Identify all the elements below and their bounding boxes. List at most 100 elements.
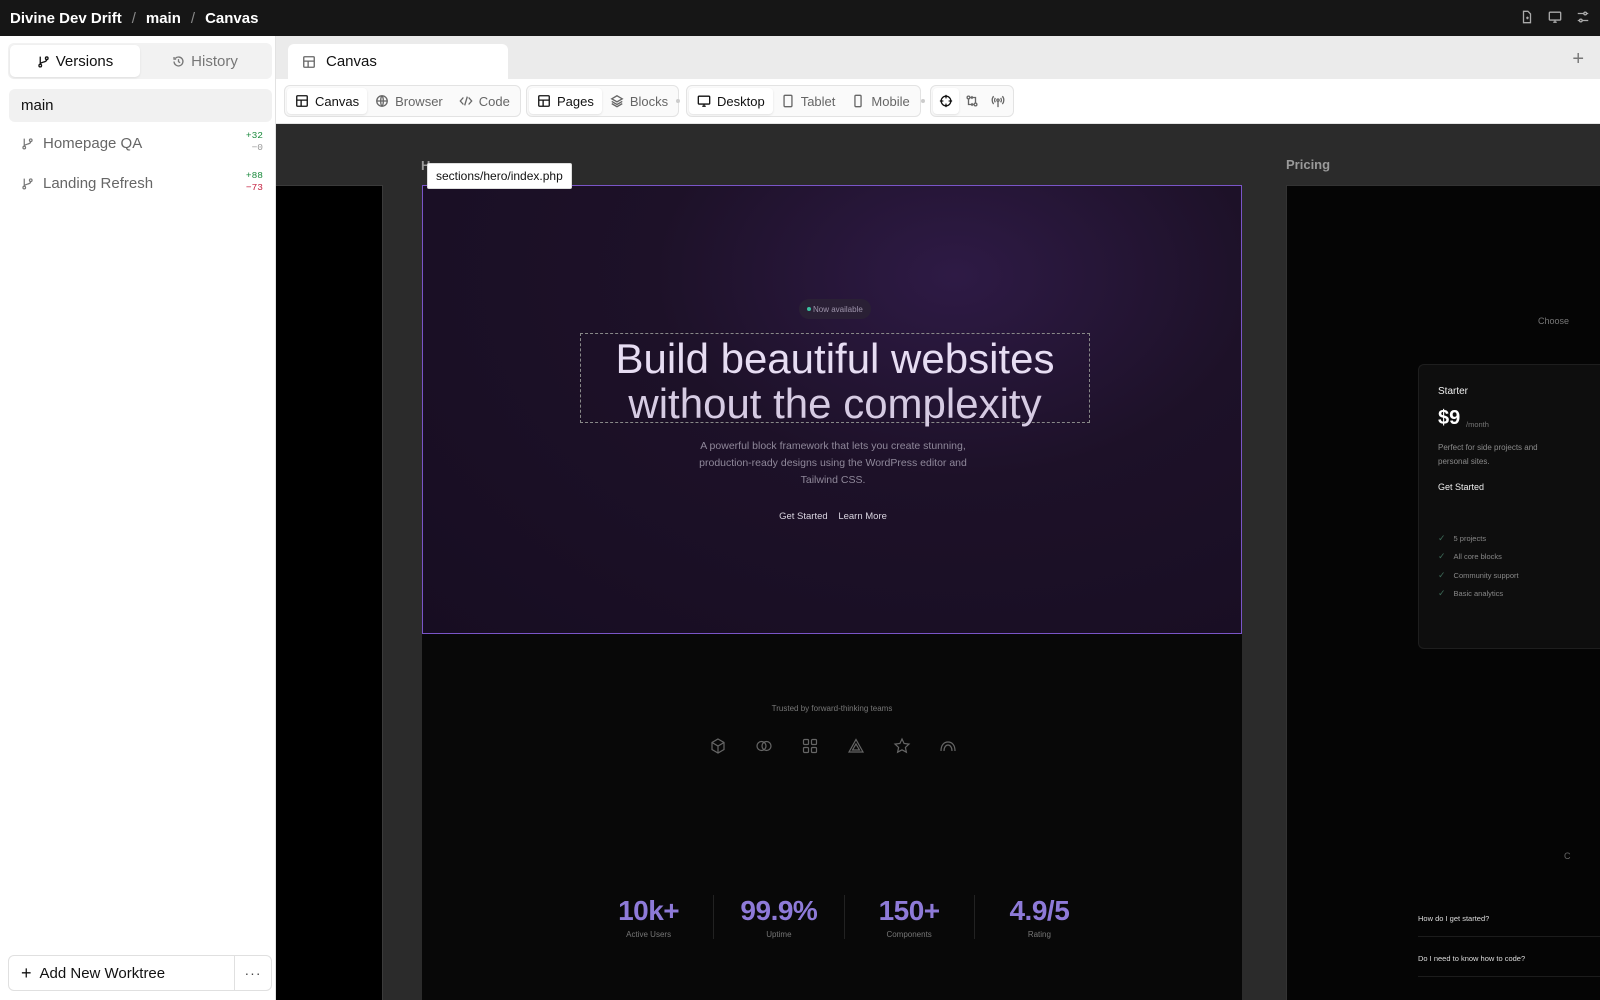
feature-item: Basic analytics — [1438, 585, 1519, 604]
git-branch-icon — [38, 55, 49, 68]
sidebar-tabs: Versions History — [8, 43, 272, 79]
mobile-button[interactable]: Mobile — [843, 88, 917, 114]
view-mode-group: Canvas Browser Code — [284, 85, 521, 117]
tablet-button[interactable]: Tablet — [773, 88, 844, 114]
trusted-by-label: Trusted by forward-thinking teams — [771, 704, 893, 713]
pricing-card-starter[interactable]: Starter $9 /month Perfect for side proje… — [1418, 364, 1600, 649]
feature-item: All core blocks — [1438, 548, 1519, 567]
partner-logos — [709, 737, 957, 755]
globe-icon — [376, 95, 388, 107]
tools-group — [930, 85, 1014, 117]
worktree-name: Landing Refresh — [43, 174, 154, 192]
layout-icon — [296, 95, 308, 107]
layout-icon — [538, 95, 550, 107]
pricing-frame-label: Pricing — [1286, 157, 1331, 172]
headline-line-2: without the complexity — [628, 380, 1042, 427]
plan-period: /month — [1466, 420, 1489, 429]
pages-label: Pages — [557, 93, 594, 109]
blocks-button[interactable]: Blocks — [602, 88, 676, 114]
arch-logo-icon — [940, 741, 956, 752]
code-view-button[interactable]: Code — [451, 88, 518, 114]
pages-button[interactable]: Pages — [529, 88, 602, 114]
faq-divider — [1418, 976, 1600, 977]
faq-divider — [1418, 936, 1600, 937]
left-page-frame[interactable] — [276, 185, 383, 1000]
feature-item: Community support — [1438, 566, 1519, 585]
canvas-view-label: Canvas — [315, 93, 360, 109]
sidebar-footer: + Add New Worktree ··· — [8, 955, 272, 991]
code-view-label: Code — [478, 93, 510, 109]
pricing-heading-fragment: Choose — [1538, 316, 1570, 326]
mobile-label: Mobile — [871, 93, 910, 109]
broadcast-icon — [991, 95, 1005, 108]
add-worktree-button[interactable]: + Add New Worktree — [9, 956, 235, 990]
grid-logo-icon — [802, 738, 818, 754]
more-options-button[interactable]: ··· — [235, 956, 271, 990]
browser-view-button[interactable]: Browser — [367, 88, 451, 114]
desktop-button[interactable]: Desktop — [689, 88, 773, 114]
broadcast-button[interactable] — [985, 88, 1011, 114]
worktree-item[interactable]: Homepage QA +32 −0 — [9, 125, 272, 161]
additions-count: +88 — [245, 170, 263, 181]
stat-value: 99.9% — [740, 895, 818, 926]
cube-logo-icon — [711, 738, 725, 754]
browser-view-label: Browser — [395, 93, 443, 109]
plan-features: 5 projects All core blocks Community sup… — [1438, 529, 1519, 603]
cropped-text-fragment: C — [1564, 851, 1571, 861]
toolbar-divider-dot — [676, 99, 680, 103]
tablet-label: Tablet — [800, 93, 836, 109]
stat-label: Rating — [1027, 930, 1051, 939]
stat-label: Active Users — [626, 930, 672, 939]
breadcrumb-view[interactable]: Canvas — [205, 10, 258, 27]
add-worktree-label: Add New Worktree — [39, 964, 166, 982]
hero-section[interactable]: sections/hero/index.php Now available Bu… — [422, 163, 1243, 634]
hero-ctas: Get Started Learn More — [423, 511, 1243, 522]
home-page-frame[interactable]: sections/hero/index.php Now available Bu… — [422, 163, 1243, 1000]
git-compare-icon — [966, 95, 978, 107]
worktree-name: Homepage QA — [43, 134, 143, 152]
get-started-link[interactable]: Get Started — [779, 511, 828, 522]
settings-sliders-icon[interactable] — [1576, 10, 1590, 29]
monitor-icon[interactable] — [1548, 10, 1562, 29]
inspect-button[interactable] — [933, 88, 959, 114]
stat-value: 150+ — [878, 895, 941, 926]
mobile-icon — [854, 94, 863, 108]
tab-history[interactable]: History — [140, 45, 270, 77]
breadcrumb-branch[interactable]: main — [146, 10, 181, 27]
deletions-count: −73 — [245, 182, 263, 193]
design-canvas[interactable]: H Pricing sections/hero/index.php Now av… — [276, 124, 1600, 1000]
faq-item[interactable]: Do I need to know how to code? — [1418, 954, 1525, 963]
new-tab-button[interactable]: + — [1572, 48, 1584, 71]
tab-canvas-label: Canvas — [326, 53, 377, 70]
plan-description: Perfect for side projects and personal s… — [1438, 443, 1538, 466]
current-branch[interactable]: main — [9, 89, 272, 122]
top-icons — [1520, 10, 1590, 29]
stat-value: 4.9/5 — [1009, 895, 1070, 926]
faq-item[interactable]: How do I get started? — [1418, 914, 1489, 923]
headline-line-1: Build beautiful websites — [615, 335, 1055, 382]
stats-row: 10k+ Active Users 99.9% Uptime 150+ Comp… — [584, 895, 1104, 939]
tab-versions[interactable]: Versions — [10, 45, 140, 77]
top-bar: Divine Dev Drift / main / Canvas — [0, 0, 1600, 36]
canvas-view-button[interactable]: Canvas — [287, 88, 368, 114]
compare-button[interactable] — [959, 88, 985, 114]
history-icon — [173, 55, 184, 67]
tab-versions-label: Versions — [55, 52, 114, 70]
deletions-count: −0 — [251, 142, 263, 153]
worktree-diff-stats: +88 −73 — [246, 170, 263, 194]
worktree-item[interactable]: Landing Refresh +88 −73 — [9, 165, 272, 201]
code-icon — [459, 96, 473, 106]
tab-history-label: History — [191, 52, 238, 70]
pricing-page-frame[interactable]: Choose Starter $9 /month Perfect for sid… — [1286, 185, 1600, 1000]
plan-get-started[interactable]: Get Started — [1438, 482, 1484, 492]
breadcrumb-project[interactable]: Divine Dev Drift — [10, 10, 122, 27]
tab-canvas[interactable]: Canvas — [288, 44, 508, 79]
stat-label: Uptime — [766, 930, 792, 939]
learn-more-link[interactable]: Learn More — [838, 511, 887, 522]
additions-count: +32 — [245, 130, 263, 141]
breadcrumb-separator: / — [131, 9, 136, 27]
tablet-icon — [783, 94, 793, 108]
hero-headline[interactable]: Build beautiful websites without the com… — [580, 333, 1090, 427]
file-icon[interactable] — [1520, 10, 1534, 29]
worktree-diff-stats: +32 −0 — [246, 130, 263, 154]
